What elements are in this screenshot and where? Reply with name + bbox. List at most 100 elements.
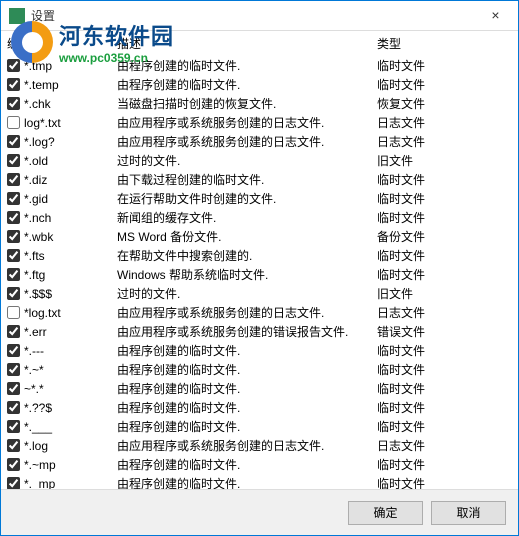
- row-ext: *.log: [24, 439, 48, 453]
- row-checkbox[interactable]: [7, 211, 20, 224]
- row-type: 临时文件: [371, 265, 518, 284]
- row-ext: *.??$: [24, 401, 52, 415]
- row-checkbox[interactable]: [7, 173, 20, 186]
- row-ext: *._mp: [24, 477, 55, 490]
- table-row[interactable]: *.log 由应用程序或系统服务创建的日志文件.日志文件: [1, 436, 518, 455]
- row-checkbox[interactable]: [7, 420, 20, 433]
- row-desc: 过时的文件.: [111, 284, 371, 303]
- table-row[interactable]: *.ftgWindows 帮助系统临时文件.临时文件: [1, 265, 518, 284]
- row-ext: *.nch: [24, 211, 51, 225]
- titlebar: 设置 ×: [1, 1, 518, 31]
- row-type: 临时文件: [371, 455, 518, 474]
- dialog-footer: 确定 取消: [1, 489, 518, 535]
- row-checkbox[interactable]: [7, 154, 20, 167]
- table-row[interactable]: *._mp由程序创建的临时文件.临时文件: [1, 474, 518, 489]
- row-desc: 由程序创建的临时文件.: [111, 360, 371, 379]
- table-row[interactable]: *.tmp由程序创建的临时文件.临时文件: [1, 56, 518, 75]
- row-desc: 由程序创建的临时文件.: [111, 474, 371, 489]
- table-row[interactable]: *log.txt由应用程序或系统服务创建的日志文件.日志文件: [1, 303, 518, 322]
- cancel-button[interactable]: 取消: [431, 501, 506, 525]
- content-area[interactable]: 编码 描述 类型 *.tmp由程序创建的临时文件.临时文件 *.temp 由程序创建…: [1, 31, 518, 489]
- row-type: 日志文件: [371, 132, 518, 151]
- row-checkbox[interactable]: [7, 230, 20, 243]
- row-checkbox[interactable]: [7, 439, 20, 452]
- table-row[interactable]: *.old过时的文件.旧文件: [1, 151, 518, 170]
- close-button[interactable]: ×: [473, 1, 518, 29]
- table-row[interactable]: log*.txt由应用程序或系统服务创建的日志文件.日志文件: [1, 113, 518, 132]
- row-ext: log*.txt: [24, 116, 61, 130]
- row-desc: MS Word 备份文件.: [111, 227, 371, 246]
- table-row[interactable]: *.wbkMS Word 备份文件.备份文件: [1, 227, 518, 246]
- table-row[interactable]: *.temp 由程序创建的临时文件.临时文件: [1, 75, 518, 94]
- table-row[interactable]: *.diz由下载过程创建的临时文件.临时文件: [1, 170, 518, 189]
- row-checkbox[interactable]: [7, 135, 20, 148]
- column-header-ext[interactable]: 编码: [1, 31, 111, 56]
- row-checkbox[interactable]: [7, 401, 20, 414]
- table-row[interactable]: *.gid在运行帮助文件时创建的文件.临时文件: [1, 189, 518, 208]
- row-checkbox[interactable]: [7, 363, 20, 376]
- table-row[interactable]: *.??$由程序创建的临时文件.临时文件: [1, 398, 518, 417]
- row-ext: *.~*: [24, 363, 44, 377]
- window-controls: ×: [473, 1, 518, 29]
- row-desc: 由应用程序或系统服务创建的日志文件.: [111, 436, 371, 455]
- row-checkbox[interactable]: [7, 116, 20, 129]
- row-checkbox[interactable]: [7, 344, 20, 357]
- table-row[interactable]: *.---由程序创建的临时文件.临时文件: [1, 341, 518, 360]
- row-checkbox[interactable]: [7, 287, 20, 300]
- table-row[interactable]: *.~mp由程序创建的临时文件.临时文件: [1, 455, 518, 474]
- row-type: 临时文件: [371, 75, 518, 94]
- row-desc: 当磁盘扫描时创建的恢复文件.: [111, 94, 371, 113]
- window-title: 设置: [31, 7, 55, 24]
- table-row[interactable]: *.nch新闻组的缓存文件.临时文件: [1, 208, 518, 227]
- table-row[interactable]: *.~*由程序创建的临时文件.临时文件: [1, 360, 518, 379]
- row-checkbox[interactable]: [7, 477, 20, 489]
- table-row[interactable]: *.$$$过时的文件.旧文件: [1, 284, 518, 303]
- row-desc: 由程序创建的临时文件.: [111, 341, 371, 360]
- row-checkbox[interactable]: [7, 458, 20, 471]
- row-desc: 由应用程序或系统服务创建的错误报告文件.: [111, 322, 371, 341]
- row-checkbox[interactable]: [7, 306, 20, 319]
- row-type: 临时文件: [371, 189, 518, 208]
- row-ext: *.temp: [24, 78, 59, 92]
- row-ext: *.fts: [24, 249, 45, 263]
- row-ext: *.$$$: [24, 287, 52, 301]
- row-ext: *.log?: [24, 135, 55, 149]
- row-type: 旧文件: [371, 151, 518, 170]
- row-checkbox[interactable]: [7, 249, 20, 262]
- row-ext: *.___: [24, 420, 52, 434]
- row-ext: *log.txt: [24, 306, 61, 320]
- row-checkbox[interactable]: [7, 78, 20, 91]
- app-icon: [9, 8, 25, 24]
- row-type: 错误文件: [371, 322, 518, 341]
- row-ext: *.wbk: [24, 230, 53, 244]
- row-desc: 由应用程序或系统服务创建的日志文件.: [111, 132, 371, 151]
- row-type: 日志文件: [371, 113, 518, 132]
- row-type: 临时文件: [371, 341, 518, 360]
- row-checkbox[interactable]: [7, 97, 20, 110]
- row-type: 临时文件: [371, 379, 518, 398]
- table-row[interactable]: *.___由程序创建的临时文件.临时文件: [1, 417, 518, 436]
- table-row[interactable]: *.log? 由应用程序或系统服务创建的日志文件.日志文件: [1, 132, 518, 151]
- row-desc: 由程序创建的临时文件.: [111, 75, 371, 94]
- row-checkbox[interactable]: [7, 268, 20, 281]
- row-desc: 新闻组的缓存文件.: [111, 208, 371, 227]
- table-row[interactable]: *.err 由应用程序或系统服务创建的错误报告文件.错误文件: [1, 322, 518, 341]
- table-row[interactable]: ~*.*由程序创建的临时文件.临时文件: [1, 379, 518, 398]
- row-desc: 由程序创建的临时文件.: [111, 455, 371, 474]
- row-checkbox[interactable]: [7, 192, 20, 205]
- row-ext: *.err: [24, 325, 47, 339]
- row-checkbox[interactable]: [7, 382, 20, 395]
- row-type: 临时文件: [371, 56, 518, 75]
- ok-button[interactable]: 确定: [348, 501, 423, 525]
- column-header-type[interactable]: 类型: [371, 31, 518, 56]
- table-row[interactable]: *.fts在帮助文件中搜索创建的.临时文件: [1, 246, 518, 265]
- row-checkbox[interactable]: [7, 59, 20, 72]
- row-ext: *.diz: [24, 173, 47, 187]
- table-row[interactable]: *.chk当磁盘扫描时创建的恢复文件.恢复文件: [1, 94, 518, 113]
- row-checkbox[interactable]: [7, 325, 20, 338]
- row-type: 临时文件: [371, 417, 518, 436]
- row-ext: *.chk: [24, 97, 51, 111]
- row-desc: 由程序创建的临时文件.: [111, 379, 371, 398]
- column-header-desc[interactable]: 描述: [111, 31, 371, 56]
- row-type: 日志文件: [371, 436, 518, 455]
